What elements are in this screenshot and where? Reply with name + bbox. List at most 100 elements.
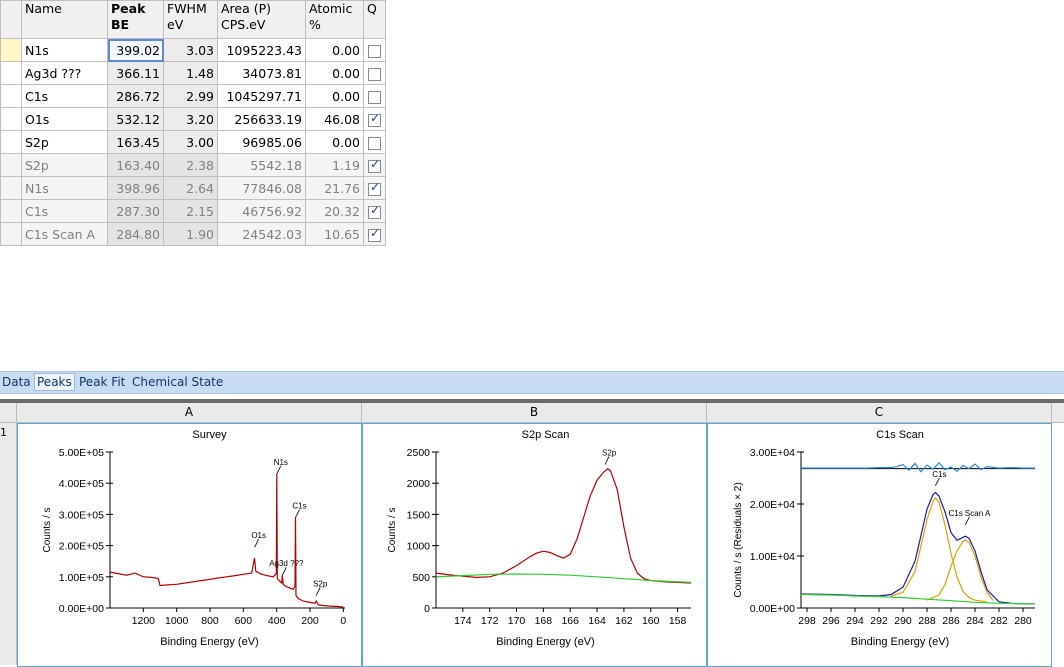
column-header-name[interactable]: Name xyxy=(21,0,108,39)
cell-area[interactable]: 46756.92 xyxy=(217,199,306,223)
column-header-peak-be[interactable]: Peak BE xyxy=(107,0,164,39)
cell-name[interactable]: S2p xyxy=(21,130,108,154)
quantify-checkbox[interactable] xyxy=(368,44,381,58)
row-selector[interactable] xyxy=(0,222,22,246)
y-tick-label: 1000 xyxy=(407,541,431,553)
cell-peak-be[interactable]: 284.80 xyxy=(107,222,164,246)
row-selector[interactable] xyxy=(0,130,22,154)
quantify-checkbox[interactable] xyxy=(368,226,381,242)
cell-peak-be[interactable]: 399.02 xyxy=(107,38,164,62)
cell-peak-be[interactable]: 163.40 xyxy=(107,153,164,177)
cell-peak-be[interactable]: 532.12 xyxy=(107,107,164,131)
row-selector[interactable] xyxy=(0,38,22,62)
cell-fwhm[interactable]: 2.99 xyxy=(163,84,218,108)
cell-atomic[interactable]: 0.00 xyxy=(305,130,364,154)
y-tick-label: 0 xyxy=(424,603,430,615)
table-row[interactable]: N1s 398.96 2.64 77846.08 21.76 xyxy=(0,176,386,200)
cell-fwhm[interactable]: 3.20 xyxy=(163,107,218,131)
cell-area[interactable]: 77846.08 xyxy=(217,176,306,200)
column-header-atomic[interactable]: Atomic% xyxy=(305,0,364,39)
table-row[interactable]: C1s 287.30 2.15 46756.92 20.32 xyxy=(0,199,386,223)
cell-name[interactable]: C1s xyxy=(21,199,108,223)
chart-panel-c1s-scan[interactable]: C1s Scan Binding Energy (eV) Counts / s (R… xyxy=(707,423,1052,667)
cell-area[interactable]: 24542.03 xyxy=(217,222,306,246)
cell-name[interactable]: N1s xyxy=(21,38,108,62)
cell-area[interactable]: 256633.19 xyxy=(217,107,306,131)
cell-atomic[interactable]: 46.08 xyxy=(305,107,364,131)
quantify-checkbox[interactable] xyxy=(368,111,381,127)
cell-name[interactable]: S2p xyxy=(21,153,108,177)
tab-peak-fit[interactable]: Peak Fit xyxy=(77,374,127,390)
cell-area[interactable]: 1045297.71 xyxy=(217,84,306,108)
cell-area[interactable]: 34073.81 xyxy=(217,61,306,85)
peak-label: S2p xyxy=(313,580,328,589)
table-row[interactable]: Ag3d ??? 366.11 1.48 34073.81 0.00 xyxy=(0,61,386,85)
x-tick-label: 0 xyxy=(340,615,346,627)
chart-panel-survey[interactable]: Survey Binding Energy (eV) Counts / s 1200 1… xyxy=(17,423,362,667)
table-row[interactable]: C1s Scan A 284.80 1.90 24542.03 10.65 xyxy=(0,222,386,246)
grid-corner[interactable] xyxy=(0,403,17,422)
table-row[interactable]: O1s 532.12 3.20 256633.19 46.08 xyxy=(0,107,386,131)
x-tick-label: 296 xyxy=(822,615,840,627)
quantify-checkbox[interactable] xyxy=(368,203,381,219)
cell-area[interactable]: 96985.06 xyxy=(217,130,306,154)
cell-peak-be[interactable]: 287.30 xyxy=(107,199,164,223)
cell-atomic[interactable]: 1.19 xyxy=(305,153,364,177)
tab-data[interactable]: Data xyxy=(0,374,33,390)
y-tick-label: 2000 xyxy=(407,478,431,490)
cell-atomic[interactable]: 0.00 xyxy=(305,61,364,85)
cell-fwhm[interactable]: 3.03 xyxy=(163,38,218,62)
quantify-checkbox[interactable] xyxy=(368,157,381,173)
cell-area[interactable]: 5542.18 xyxy=(217,153,306,177)
tab-chemical-state[interactable]: Chemical State xyxy=(130,374,225,390)
chart-panel-s2p-scan[interactable]: S2p Scan Binding Energy (eV) Counts / s 174… xyxy=(362,423,707,667)
cell-area[interactable]: 1095223.43 xyxy=(217,38,306,62)
cell-atomic[interactable]: 20.32 xyxy=(305,199,364,223)
quantify-checkbox[interactable] xyxy=(368,90,381,104)
cell-name[interactable]: Ag3d ??? xyxy=(21,61,108,85)
grid-column-b[interactable]: B xyxy=(362,403,707,422)
cell-atomic[interactable]: 0.00 xyxy=(305,84,364,108)
cell-peak-be[interactable]: 163.45 xyxy=(107,130,164,154)
cell-fwhm[interactable]: 1.90 xyxy=(163,222,218,246)
column-header-area[interactable]: Area (P) CPS.eV xyxy=(217,0,306,39)
row-selector[interactable] xyxy=(0,107,22,131)
row-selector[interactable] xyxy=(0,199,22,223)
table-header-row: Name Peak BE FWHM eV Area (P) CPS.eV Atomic… xyxy=(0,0,386,39)
row-selector[interactable] xyxy=(0,84,22,108)
row-selector[interactable] xyxy=(0,176,22,200)
cell-fwhm[interactable]: 2.64 xyxy=(163,176,218,200)
cell-name[interactable]: N1s xyxy=(21,176,108,200)
x-tick-label: 200 xyxy=(301,615,319,627)
row-selector[interactable] xyxy=(0,153,22,177)
row-selector[interactable] xyxy=(0,61,22,85)
table-row[interactable]: N1s 399.02 3.03 1095223.43 0.00 xyxy=(0,38,386,62)
cell-peak-be[interactable]: 366.11 xyxy=(107,61,164,85)
column-header-q[interactable]: Q xyxy=(363,0,386,39)
grid-row-header[interactable]: 1 xyxy=(0,423,17,665)
table-row[interactable]: C1s 286.72 2.99 1045297.71 0.00 xyxy=(0,84,386,108)
cell-atomic[interactable]: 0.00 xyxy=(305,38,364,62)
column-header-fwhm[interactable]: FWHM eV xyxy=(163,0,218,39)
cell-atomic[interactable]: 10.65 xyxy=(305,222,364,246)
table-row[interactable]: S2p 163.40 2.38 5542.18 1.19 xyxy=(0,153,386,177)
x-tick-label: 1200 xyxy=(132,615,156,627)
cell-name[interactable]: C1s Scan A xyxy=(21,222,108,246)
grid-column-c[interactable]: C xyxy=(707,403,1052,422)
cell-fwhm[interactable]: 1.48 xyxy=(163,61,218,85)
cell-peak-be[interactable]: 398.96 xyxy=(107,176,164,200)
quantify-checkbox[interactable] xyxy=(368,67,381,81)
cell-name[interactable]: O1s xyxy=(21,107,108,131)
cell-fwhm[interactable]: 2.15 xyxy=(163,199,218,223)
quantify-checkbox[interactable] xyxy=(368,180,381,196)
cell-fwhm[interactable]: 3.00 xyxy=(163,130,218,154)
tab-peaks[interactable]: Peaks xyxy=(34,373,75,391)
cell-peak-be[interactable]: 286.72 xyxy=(107,84,164,108)
grid-column-a[interactable]: A xyxy=(17,403,362,422)
cell-atomic[interactable]: 21.76 xyxy=(305,176,364,200)
quantify-checkbox[interactable] xyxy=(368,136,381,150)
table-row[interactable]: S2p 163.45 3.00 96985.06 0.00 xyxy=(0,130,386,154)
cell-name[interactable]: C1s xyxy=(21,84,108,108)
y-tick-label: 2500 xyxy=(407,447,431,459)
cell-fwhm[interactable]: 2.38 xyxy=(163,153,218,177)
